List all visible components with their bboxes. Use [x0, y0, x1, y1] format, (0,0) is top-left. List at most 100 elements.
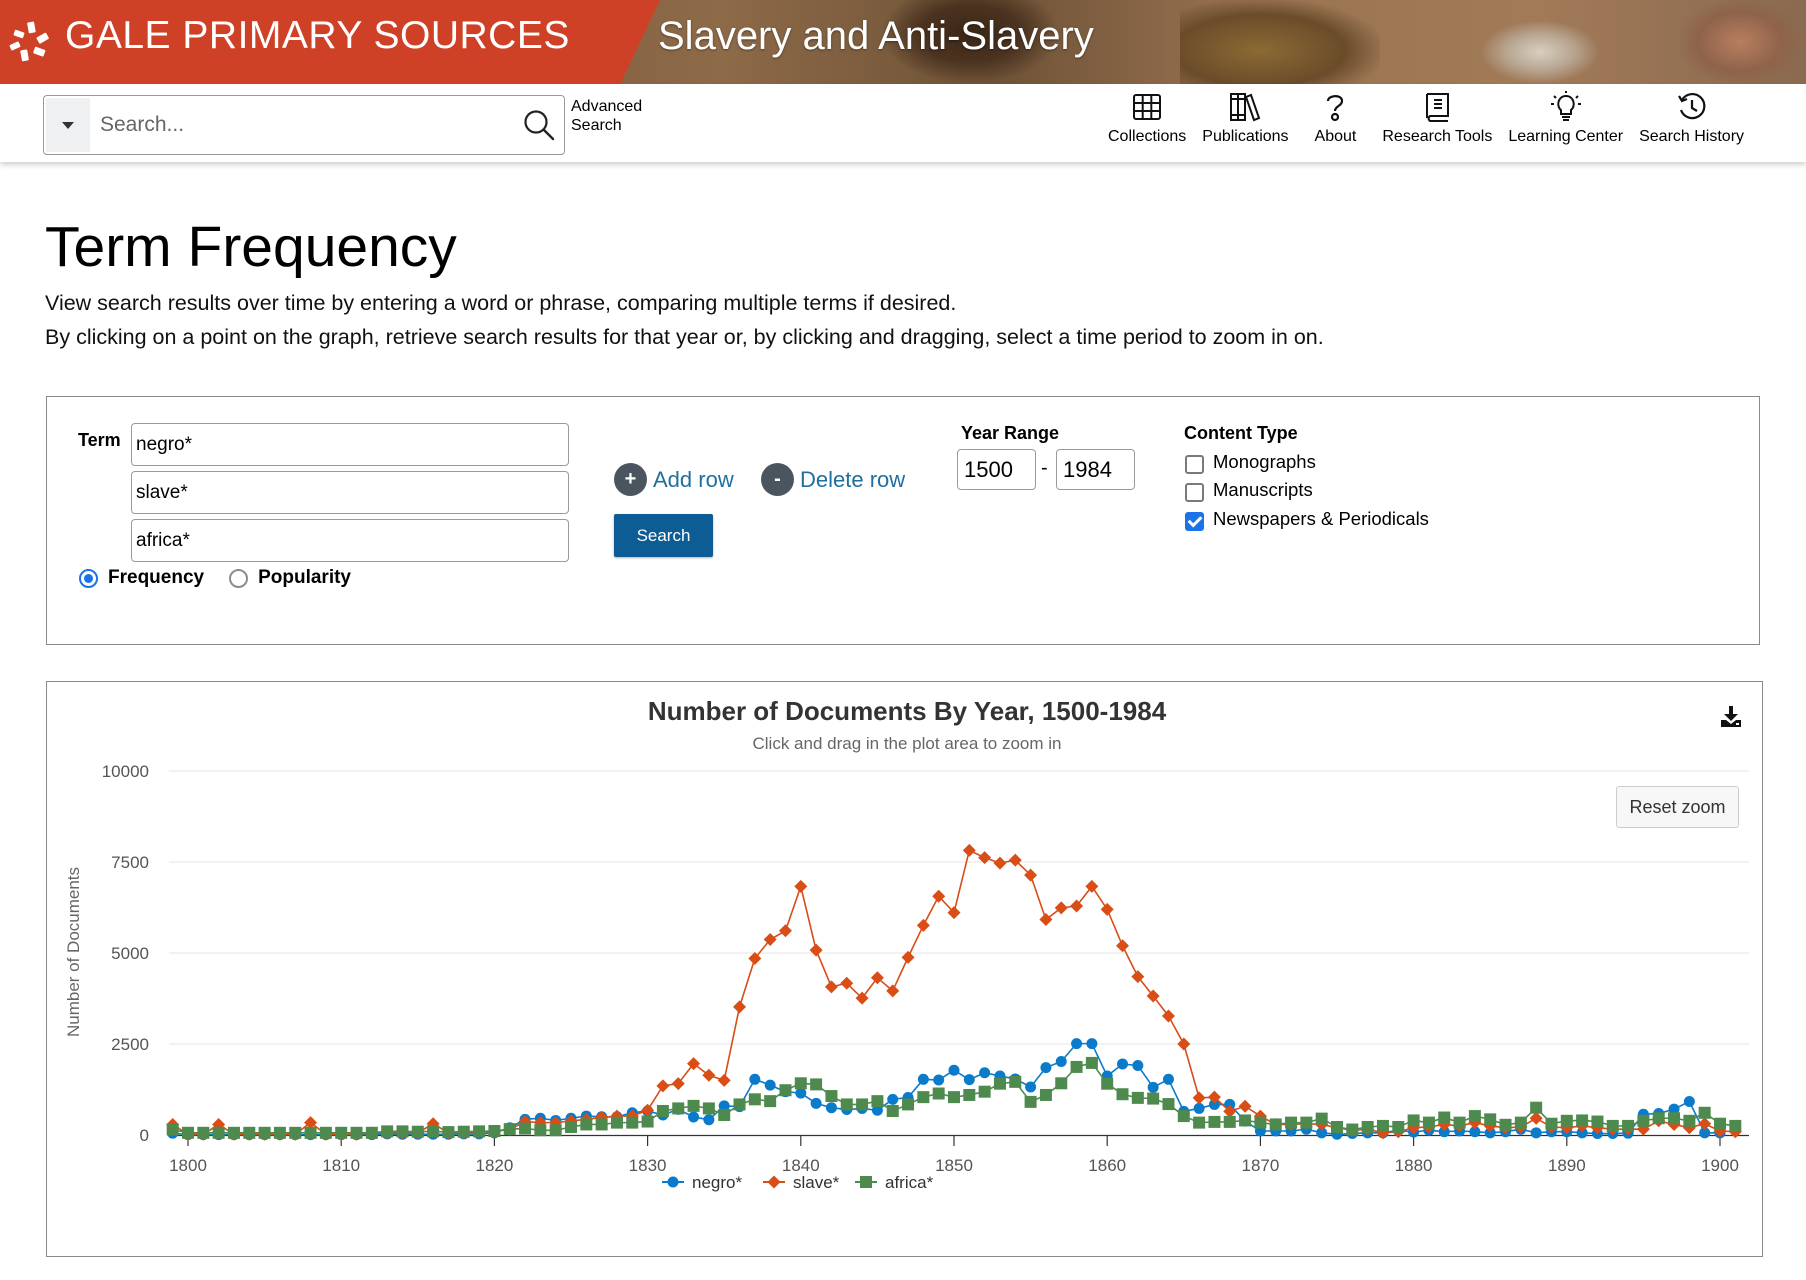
data-point[interactable]	[166, 1123, 179, 1136]
data-point[interactable]	[1039, 1088, 1052, 1101]
newspapers-checkbox[interactable]	[1185, 512, 1204, 531]
data-point[interactable]	[733, 1098, 746, 1111]
data-point[interactable]	[641, 1115, 654, 1128]
data-point[interactable]	[411, 1125, 424, 1138]
data-point[interactable]	[258, 1126, 271, 1139]
data-point[interactable]	[962, 843, 976, 857]
data-point[interactable]	[794, 879, 808, 893]
data-point[interactable]	[687, 1099, 700, 1112]
data-point[interactable]	[319, 1126, 332, 1139]
data-point[interactable]	[273, 1126, 286, 1139]
data-point[interactable]	[718, 1108, 731, 1121]
search-icon[interactable]	[522, 108, 556, 142]
legend-item-negro[interactable]: negro*	[662, 1173, 742, 1192]
data-point[interactable]	[1147, 1081, 1159, 1093]
download-icon[interactable]	[1716, 702, 1746, 732]
data-point[interactable]	[764, 1095, 777, 1108]
data-point[interactable]	[1055, 1077, 1068, 1090]
manuscripts-checkbox[interactable]	[1185, 483, 1204, 502]
term-frequency-chart[interactable]: 0250050007500100001800 1810 1820 1830 1840 18…	[47, 682, 1762, 1256]
frequency-radio-label[interactable]: Frequency	[108, 567, 204, 589]
data-point[interactable]	[488, 1124, 501, 1137]
data-point[interactable]	[1208, 1115, 1221, 1128]
data-point[interactable]	[519, 1122, 532, 1135]
data-point[interactable]	[1177, 1110, 1190, 1123]
data-point[interactable]	[595, 1118, 608, 1131]
data-point[interactable]	[473, 1125, 486, 1138]
content-type-monographs[interactable]: Monographs	[1185, 449, 1316, 474]
data-point[interactable]	[1698, 1106, 1711, 1119]
data-point[interactable]	[1101, 1077, 1114, 1090]
data-point[interactable]	[933, 1074, 945, 1086]
data-point[interactable]	[656, 1079, 670, 1093]
data-point[interactable]	[702, 1102, 715, 1115]
data-point[interactable]	[717, 1073, 731, 1087]
data-point[interactable]	[1530, 1101, 1543, 1114]
data-point[interactable]	[1652, 1112, 1665, 1125]
nav-about[interactable]: About	[1297, 88, 1375, 158]
data-point[interactable]	[641, 1103, 655, 1117]
data-point[interactable]	[1576, 1114, 1589, 1127]
data-point[interactable]	[978, 1085, 991, 1098]
data-point[interactable]	[794, 1077, 807, 1090]
data-point[interactable]	[1009, 1075, 1022, 1088]
data-point[interactable]	[810, 1097, 822, 1109]
data-point[interactable]	[365, 1126, 378, 1139]
data-point[interactable]	[1529, 1111, 1543, 1125]
data-point[interactable]	[1085, 1056, 1098, 1069]
data-point[interactable]	[840, 1098, 853, 1111]
data-point[interactable]	[1147, 1092, 1160, 1105]
data-point[interactable]	[1729, 1119, 1742, 1132]
data-point[interactable]	[1162, 1073, 1174, 1085]
data-point[interactable]	[1239, 1114, 1252, 1127]
data-point[interactable]	[748, 1093, 761, 1106]
content-type-newspapers[interactable]: Newspapers & Periodicals	[1185, 506, 1429, 531]
data-point[interactable]	[963, 1074, 975, 1086]
data-point[interactable]	[1315, 1112, 1328, 1125]
data-point[interactable]	[1238, 1099, 1252, 1113]
data-point[interactable]	[871, 1095, 884, 1108]
data-point[interactable]	[1100, 902, 1114, 916]
data-point[interactable]	[1269, 1118, 1282, 1131]
data-point[interactable]	[1071, 1038, 1083, 1050]
data-point[interactable]	[1560, 1114, 1573, 1127]
data-point[interactable]	[1254, 1116, 1267, 1129]
data-point[interactable]	[427, 1125, 440, 1138]
data-point[interactable]	[1637, 1114, 1650, 1127]
nav-research-tools[interactable]: Research Tools	[1374, 88, 1500, 158]
data-point[interactable]	[1132, 1059, 1144, 1071]
nav-search-history[interactable]: Search History	[1631, 88, 1752, 158]
brand-logo-link[interactable]: GALE PRIMARY SOURCES	[0, 0, 660, 84]
data-point[interactable]	[1376, 1119, 1389, 1132]
data-point[interactable]	[1622, 1119, 1635, 1132]
data-point[interactable]	[1407, 1114, 1420, 1127]
data-point[interactable]	[1177, 1037, 1191, 1051]
data-point[interactable]	[886, 1104, 899, 1117]
data-point[interactable]	[825, 1090, 838, 1103]
popularity-radio-label[interactable]: Popularity	[258, 567, 351, 589]
term-input-2[interactable]	[131, 471, 569, 514]
data-point[interactable]	[1055, 1055, 1067, 1067]
collection-title[interactable]: Slavery and Anti-Slavery	[658, 14, 1094, 59]
data-point[interactable]	[304, 1126, 317, 1139]
legend-marker[interactable]	[667, 1176, 679, 1188]
data-point[interactable]	[809, 943, 823, 957]
data-point[interactable]	[243, 1126, 256, 1139]
data-point[interactable]	[687, 1057, 701, 1071]
data-point[interactable]	[1193, 1116, 1206, 1129]
add-row-button[interactable]: + Add row	[614, 463, 734, 496]
data-point[interactable]	[549, 1124, 562, 1137]
data-point[interactable]	[1591, 1115, 1604, 1128]
data-point[interactable]	[396, 1125, 409, 1138]
advanced-search-link[interactable]: Advanced Search	[571, 97, 651, 135]
data-point[interactable]	[932, 1087, 945, 1100]
data-point[interactable]	[810, 1078, 823, 1091]
data-point[interactable]	[672, 1102, 685, 1115]
data-point[interactable]	[1131, 1091, 1144, 1104]
content-type-manuscripts[interactable]: Manuscripts	[1185, 477, 1313, 502]
data-point[interactable]	[902, 1098, 915, 1111]
data-point[interactable]	[1514, 1116, 1527, 1129]
data-point[interactable]	[1530, 1127, 1542, 1139]
data-point[interactable]	[948, 1091, 960, 1104]
data-point[interactable]	[993, 1077, 1006, 1090]
